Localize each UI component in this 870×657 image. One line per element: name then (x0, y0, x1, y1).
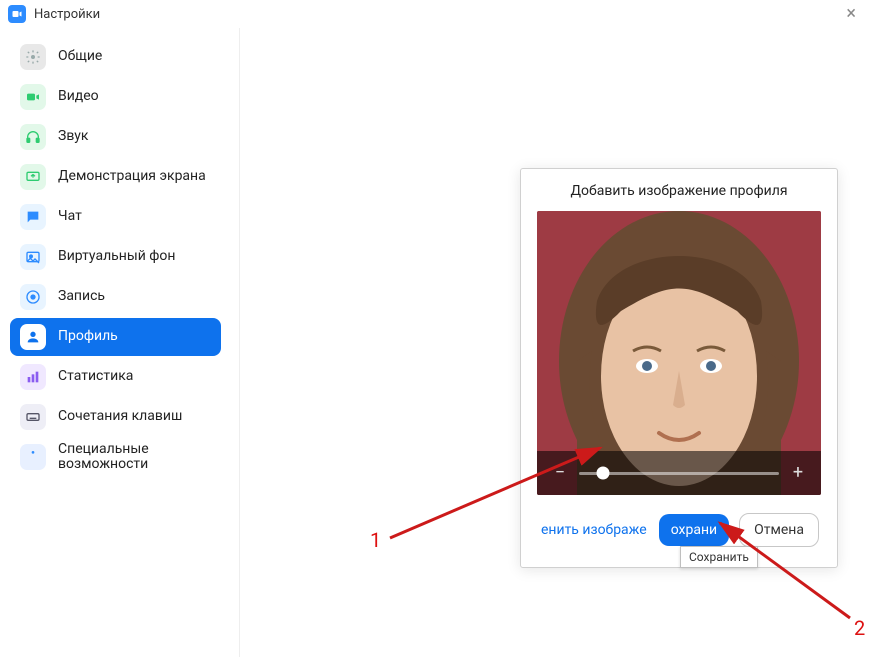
sidebar-item-label: Звук (58, 129, 88, 144)
save-tooltip: Сохранить (680, 546, 758, 568)
cancel-button[interactable]: Отмена (739, 513, 819, 547)
headphones-icon (20, 124, 46, 150)
sidebar-item-label: Виртуальный фон (58, 249, 175, 264)
sidebar-item-label: Статистика (58, 369, 133, 384)
sidebar-item-statistics[interactable]: Статистика (10, 358, 221, 396)
modal-actions: енить изображе охрани Отмена (521, 495, 837, 567)
zoom-out-icon[interactable]: − (553, 464, 567, 482)
sidebar-item-audio[interactable]: Звук (10, 118, 221, 156)
annotation-number-1: 1 (370, 528, 381, 552)
annotation-number-2: 2 (854, 616, 865, 640)
zoom-slider-thumb[interactable] (597, 467, 610, 480)
sidebar-item-accessibility[interactable]: Специальные возможности (10, 438, 221, 476)
accessibility-icon (20, 444, 46, 470)
sidebar-item-label: Запись (58, 289, 105, 304)
sidebar-item-video[interactable]: Видео (10, 78, 221, 116)
save-button[interactable]: охрани (659, 514, 729, 546)
gear-icon (20, 44, 46, 70)
app-icon (8, 5, 26, 23)
chat-icon (20, 204, 46, 230)
virtual-background-icon (20, 244, 46, 270)
settings-sidebar: Общие Видео Звук Демонстрация экрана Чат… (0, 28, 240, 657)
sidebar-item-label: Общие (58, 49, 102, 64)
window-title: Настройки (34, 7, 100, 22)
change-image-button[interactable]: енить изображе (539, 516, 649, 544)
statistics-icon (20, 364, 46, 390)
share-screen-icon (20, 164, 46, 190)
keyboard-icon (20, 404, 46, 430)
sidebar-item-share-screen[interactable]: Демонстрация экрана (10, 158, 221, 196)
record-icon (20, 284, 46, 310)
titlebar: Настройки × (0, 0, 870, 28)
profile-icon (20, 324, 46, 350)
sidebar-item-virtual-background[interactable]: Виртуальный фон (10, 238, 221, 276)
sidebar-item-label: Видео (58, 89, 99, 104)
modal-title: Добавить изображение профиля (521, 169, 837, 211)
add-profile-image-modal: Добавить изображение профиля (520, 168, 838, 568)
zoom-bar: − + (537, 451, 821, 495)
close-icon[interactable]: × (840, 3, 862, 25)
sidebar-item-general[interactable]: Общие (10, 38, 221, 76)
sidebar-item-label: Демонстрация экрана (58, 169, 206, 184)
video-icon (20, 84, 46, 110)
zoom-slider[interactable] (579, 472, 779, 475)
sidebar-item-label: Сочетания клавиш (58, 409, 182, 424)
sidebar-item-label: Профиль (58, 329, 118, 344)
sidebar-item-label: Специальные возможности (58, 442, 211, 473)
sidebar-item-profile[interactable]: Профиль (10, 318, 221, 356)
sidebar-item-label: Чат (58, 209, 82, 224)
sidebar-item-recording[interactable]: Запись (10, 278, 221, 316)
sidebar-item-chat[interactable]: Чат (10, 198, 221, 236)
main-panel: лд m филь льной верси ые функции Добавит… (240, 28, 870, 657)
image-crop-area[interactable]: − + (537, 211, 821, 495)
sidebar-item-keyboard-shortcuts[interactable]: Сочетания клавиш (10, 398, 221, 436)
zoom-in-icon[interactable]: + (791, 464, 805, 482)
